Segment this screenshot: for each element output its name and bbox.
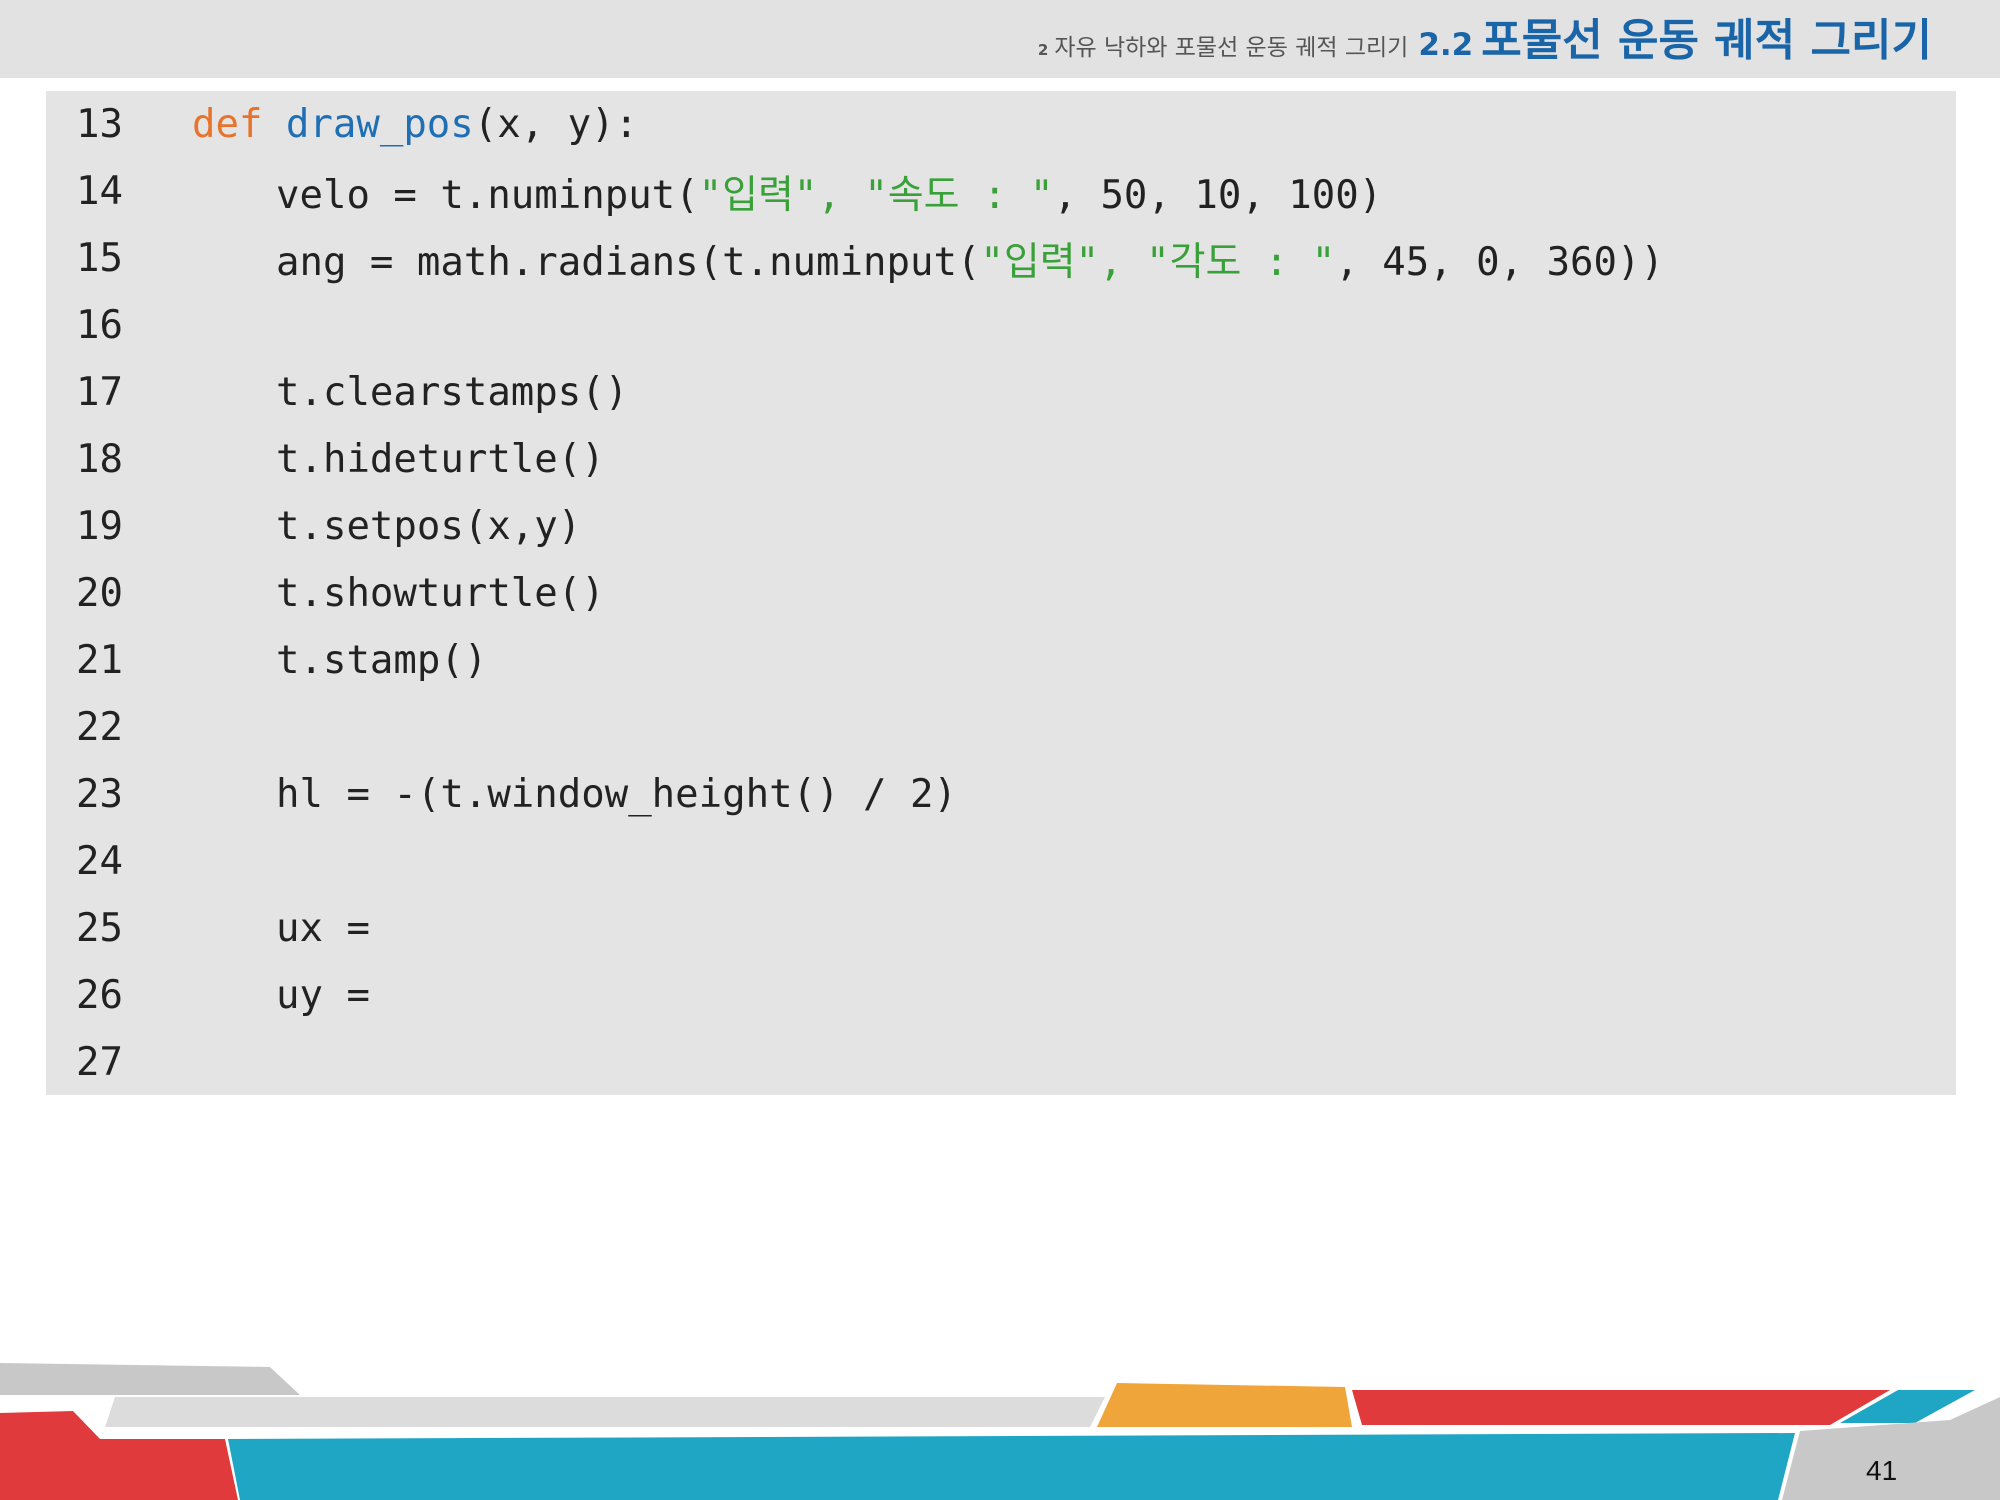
line-number: 21 — [76, 638, 123, 683]
line-number: 22 — [76, 705, 123, 750]
section-title: 포물선 운동 궤적 그리기 — [1481, 15, 1932, 66]
section-number: 2.2 — [1418, 27, 1474, 63]
code-line: 15 ang = math.radians(t.numinput("입력", "각… — [46, 225, 1956, 292]
footer-decoration — [0, 1363, 2000, 1500]
code-token: t.clearstamps() — [276, 370, 629, 415]
page-number: 41 — [1866, 1455, 1898, 1486]
code-token: hl = -(t.window_height() / 2) — [276, 772, 957, 817]
code-line: 14 velo = t.numinput("입력", "속도 : ", 50, 1… — [46, 158, 1956, 225]
line-number: 25 — [76, 906, 123, 951]
footer-orange-band — [1097, 1383, 1352, 1427]
footer-light-gray-band — [105, 1397, 1105, 1427]
code-line: 17 t.clearstamps() — [46, 359, 1956, 426]
code-token: draw_pos — [285, 102, 474, 147]
code-token: def — [192, 102, 286, 147]
code-text: def draw_pos(x, y): — [192, 102, 638, 147]
code-line: 16 — [46, 292, 1956, 359]
code-line: 27 — [46, 1029, 1956, 1096]
footer-teal-band — [228, 1433, 1795, 1500]
code-token: ux = — [276, 906, 370, 951]
code-token: (x, y): — [473, 102, 639, 147]
code-line: 24 — [46, 828, 1956, 895]
code-line: 18 t.hideturtle() — [46, 426, 1956, 493]
code-text: ux = — [276, 906, 370, 951]
code-token: t.stamp() — [276, 638, 488, 683]
code-text: velo = t.numinput("입력", "속도 : ", 50, 10,… — [276, 164, 1382, 220]
code-line: 23 hl = -(t.window_height() / 2) — [46, 761, 1956, 828]
code-token: t.showturtle() — [276, 571, 605, 616]
code-token: "입력", "속도 : " — [698, 172, 1054, 218]
line-number: 20 — [76, 571, 123, 616]
footer-red-band — [1352, 1390, 1890, 1425]
code-line: 26 uy = — [46, 962, 1956, 1029]
code-line: 21 t.stamp() — [46, 627, 1956, 694]
code-token: velo = t.numinput( — [276, 172, 699, 218]
code-text: t.clearstamps() — [276, 370, 628, 415]
code-token: , 45, 0, 360)) — [1335, 239, 1664, 285]
code-text: uy = — [276, 973, 370, 1018]
slide-header: 2 자유 낙하와 포물선 운동 궤적 그리기 2.2 포물선 운동 궤적 그리기 — [1038, 4, 1932, 74]
footer-gray-tab — [0, 1363, 300, 1395]
code-token: ang = math.radians(t.numinput( — [276, 239, 981, 285]
code-line: 25 ux = — [46, 895, 1956, 962]
code-token: , 50, 10, 100) — [1053, 172, 1383, 218]
code-block: 13 def draw_pos(x, y): 14 velo = t.numinput… — [46, 91, 1956, 1095]
code-line: 20 t.showturtle() — [46, 560, 1956, 627]
line-number: 27 — [76, 1040, 123, 1085]
line-number: 13 — [76, 102, 123, 147]
code-token: t.setpos(x,y) — [276, 504, 582, 549]
header-bar: 2 자유 낙하와 포물선 운동 궤적 그리기 2.2 포물선 운동 궤적 그리기 — [0, 0, 2000, 78]
code-line: 22 — [46, 694, 1956, 761]
line-number: 17 — [76, 370, 123, 415]
line-number: 19 — [76, 504, 123, 549]
code-text: t.stamp() — [276, 638, 487, 683]
code-line: 13 def draw_pos(x, y): — [46, 91, 1956, 158]
chapter-number: 2 — [1037, 41, 1049, 59]
line-number: 23 — [76, 772, 123, 817]
code-text: t.hideturtle() — [276, 437, 605, 482]
code-token: t.hideturtle() — [276, 437, 605, 482]
line-number: 14 — [76, 169, 123, 214]
code-text: t.showturtle() — [276, 571, 605, 616]
code-token: "입력", "각도 : " — [980, 239, 1336, 285]
code-text: ang = math.radians(t.numinput("입력", "각도 … — [276, 231, 1664, 287]
code-text: t.setpos(x,y) — [276, 504, 581, 549]
line-number: 16 — [76, 303, 123, 348]
line-number: 15 — [76, 236, 123, 281]
chapter-title: 자유 낙하와 포물선 운동 궤적 그리기 — [1054, 35, 1409, 61]
line-number: 18 — [76, 437, 123, 482]
code-token: uy = — [276, 973, 370, 1018]
line-number: 26 — [76, 973, 123, 1018]
line-number: 24 — [76, 839, 123, 884]
code-text: hl = -(t.window_height() / 2) — [276, 772, 957, 817]
code-line: 19 t.setpos(x,y) — [46, 493, 1956, 560]
